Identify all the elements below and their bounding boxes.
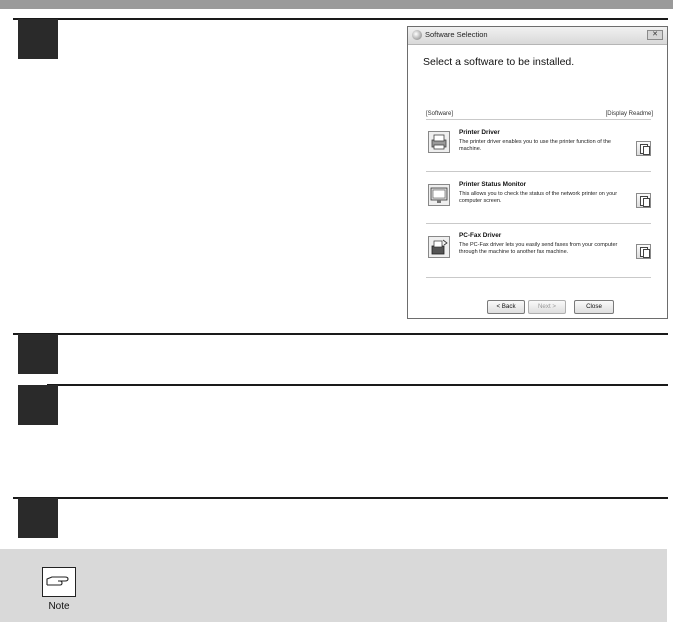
step-4-rule	[13, 497, 668, 499]
window-heading: Select a software to be installed.	[423, 56, 575, 68]
item-desc-printer-driver: The printer driver enables you to use th…	[459, 139, 611, 152]
monitor-icon[interactable]	[428, 184, 450, 206]
separator	[426, 223, 651, 224]
item-name-printer-driver[interactable]: Printer Driver	[459, 129, 500, 136]
document-icon	[643, 198, 650, 207]
next-button[interactable]: Next >	[528, 300, 566, 314]
close-button[interactable]: Close	[574, 300, 614, 314]
document-icon	[643, 146, 650, 155]
item-desc-pc-fax-driver: The PC-Fax driver lets you easily send f…	[459, 242, 618, 255]
step-2-number-box	[18, 334, 58, 374]
separator	[426, 277, 651, 278]
note-label: Note	[48, 601, 70, 612]
back-button[interactable]: < Back	[487, 300, 525, 314]
readme-button-printer-driver[interactable]	[636, 141, 651, 156]
step-3-number-box	[18, 385, 58, 425]
item-name-printer-status-monitor[interactable]: Printer Status Monitor	[459, 181, 526, 188]
readme-column-header: [Display Readme]	[605, 111, 653, 117]
pointing-hand-icon	[42, 567, 76, 597]
readme-button-pc-fax-driver[interactable]	[636, 244, 651, 259]
software-selection-window: Software Selection ✕ Select a software t…	[407, 26, 668, 319]
note-panel	[0, 549, 667, 622]
step-4-number-box	[18, 498, 58, 538]
software-column-header: [Software]	[426, 111, 454, 117]
item-desc-printer-status-monitor: This allows you to check the status of t…	[459, 191, 618, 204]
fax-icon[interactable]	[428, 236, 450, 258]
window-title: Software Selection	[425, 30, 488, 39]
step-1-rule	[13, 18, 668, 20]
step-2-rule	[13, 333, 668, 335]
window-close-control[interactable]: ✕	[647, 30, 663, 40]
step-1-number-box	[18, 19, 58, 59]
item-name-pc-fax-driver[interactable]: PC-Fax Driver	[459, 232, 501, 239]
step-3-rule	[47, 384, 668, 386]
printer-icon[interactable]	[428, 131, 450, 153]
document-icon	[643, 249, 650, 258]
installer-icon	[412, 30, 422, 40]
separator	[426, 119, 651, 120]
window-title-bar: Software Selection ✕	[408, 27, 667, 45]
header-bar	[0, 0, 673, 9]
readme-button-printer-status-monitor[interactable]	[636, 193, 651, 208]
separator	[426, 171, 651, 172]
